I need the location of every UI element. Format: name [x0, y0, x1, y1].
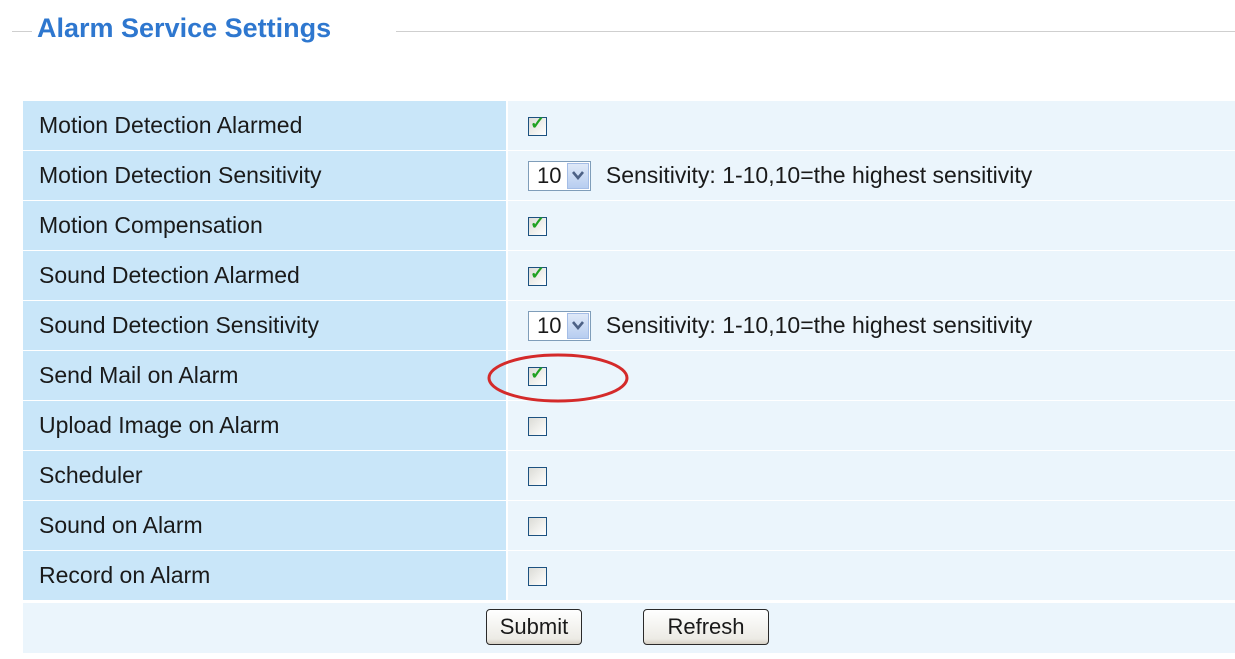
upload-image-on-alarm-checkbox[interactable]: [528, 417, 547, 437]
settings-row-sound-detection-alarmed: Sound Detection Alarmed ✓: [23, 251, 1235, 301]
settings-row-motion-detection-alarmed: Motion Detection Alarmed ✓: [23, 101, 1235, 151]
check-icon: ✓: [530, 113, 546, 134]
scheduler-checkbox[interactable]: [528, 467, 547, 487]
form-buttons-row: Submit Refresh: [23, 603, 1235, 653]
setting-value: ✓: [508, 351, 1235, 401]
setting-value: 10 Sensitivity: 1-10,10=the highest sens…: [508, 151, 1235, 201]
alarm-service-settings-fieldset: Alarm Service Settings Motion Detection …: [0, 0, 1235, 659]
settings-row-sound-detection-sensitivity: Sound Detection Sensitivity 10 Sensitivi…: [23, 301, 1235, 351]
setting-label: Motion Detection Alarmed: [23, 101, 508, 151]
motion-compensation-checkbox[interactable]: ✓: [528, 213, 547, 237]
settings-row-record-on-alarm: Record on Alarm: [23, 551, 1235, 601]
setting-label: Motion Compensation: [23, 201, 508, 251]
setting-value: [508, 451, 1235, 501]
settings-row-upload-image-on-alarm: Upload Image on Alarm: [23, 401, 1235, 451]
setting-value: ✓: [508, 251, 1235, 301]
motion-sensitivity-select[interactable]: 10: [528, 160, 592, 191]
setting-label: Upload Image on Alarm: [23, 401, 508, 451]
chevron-down-icon: [567, 162, 590, 189]
setting-label: Sound Detection Sensitivity: [23, 301, 508, 351]
select-value: 10: [537, 162, 562, 188]
setting-label: Sound Detection Alarmed: [23, 251, 508, 301]
send-mail-on-alarm-checkbox[interactable]: ✓: [528, 363, 547, 387]
setting-value: [508, 551, 1235, 601]
setting-label: Send Mail on Alarm: [23, 351, 508, 401]
check-icon: ✓: [530, 363, 546, 384]
settings-table: Motion Detection Alarmed ✓ Motion Detect…: [23, 101, 1235, 601]
settings-row-sound-on-alarm: Sound on Alarm: [23, 501, 1235, 551]
sensitivity-help-text: Sensitivity: 1-10,10=the highest sensiti…: [605, 162, 1033, 188]
sensitivity-help-text: Sensitivity: 1-10,10=the highest sensiti…: [605, 312, 1033, 338]
sound-detection-alarmed-checkbox[interactable]: ✓: [528, 263, 547, 287]
motion-detection-alarmed-checkbox[interactable]: ✓: [528, 113, 547, 137]
setting-value: ✓: [508, 101, 1235, 151]
setting-value: ✓: [508, 201, 1235, 251]
settings-row-motion-detection-sensitivity: Motion Detection Sensitivity 10 Sensitiv…: [23, 151, 1235, 201]
setting-label: Motion Detection Sensitivity: [23, 151, 508, 201]
fieldset-border-left: [12, 31, 32, 32]
sound-sensitivity-select[interactable]: 10: [528, 310, 592, 341]
chevron-down-icon: [567, 312, 590, 339]
submit-button[interactable]: Submit: [486, 609, 582, 645]
check-icon: ✓: [530, 263, 546, 284]
fieldset-border-right: [396, 31, 1235, 32]
setting-label: Record on Alarm: [23, 551, 508, 601]
setting-label: Sound on Alarm: [23, 501, 508, 551]
setting-label: Scheduler: [23, 451, 508, 501]
sound-on-alarm-checkbox[interactable]: [528, 517, 547, 537]
settings-row-motion-compensation: Motion Compensation ✓: [23, 201, 1235, 251]
refresh-button[interactable]: Refresh: [643, 609, 769, 645]
settings-row-scheduler: Scheduler: [23, 451, 1235, 501]
record-on-alarm-checkbox[interactable]: [528, 567, 547, 587]
check-icon: ✓: [530, 213, 546, 234]
setting-value: 10 Sensitivity: 1-10,10=the highest sens…: [508, 301, 1235, 351]
setting-value: [508, 401, 1235, 451]
settings-row-send-mail-on-alarm: Send Mail on Alarm ✓: [23, 351, 1235, 401]
select-value: 10: [537, 312, 562, 338]
setting-value: [508, 501, 1235, 551]
page-title: Alarm Service Settings: [37, 13, 332, 43]
